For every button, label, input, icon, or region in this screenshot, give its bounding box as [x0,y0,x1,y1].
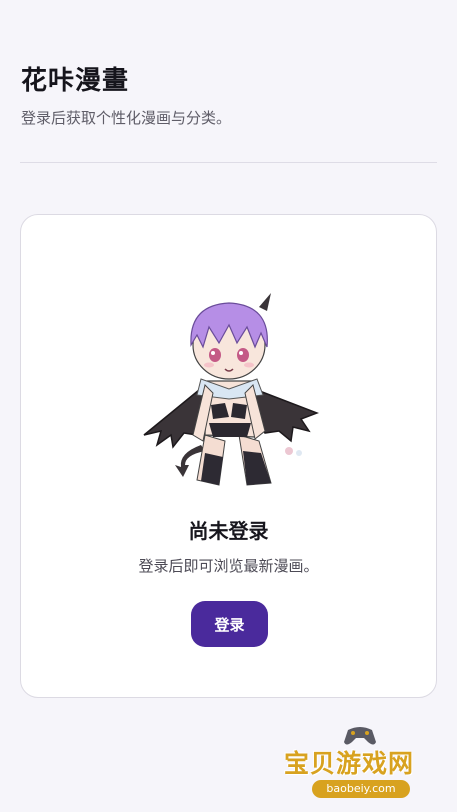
chibi-character-illustration [143,293,319,486]
app-page: 花咔漫畫 登录后获取个性化漫画与分类。 尚未登录 登录后即可浏览最新漫画。 登录… [0,0,457,812]
header-divider [20,162,437,163]
login-prompt-card: 尚未登录 登录后即可浏览最新漫画。 登录 [20,214,437,698]
watermark: 宝贝游戏网 baobeiy.com [282,722,442,804]
empty-state-description: 登录后即可浏览最新漫画。 [138,557,319,575]
empty-state-title: 尚未登录 [188,519,269,543]
app-title: 花咔漫畫 [21,66,130,96]
watermark-text: 宝贝游戏网 [284,749,415,778]
watermark-url: baobeiy.com [312,780,410,798]
login-button[interactable]: 登录 [191,601,268,647]
app-subtitle: 登录后获取个性化漫画与分类。 [21,109,232,127]
